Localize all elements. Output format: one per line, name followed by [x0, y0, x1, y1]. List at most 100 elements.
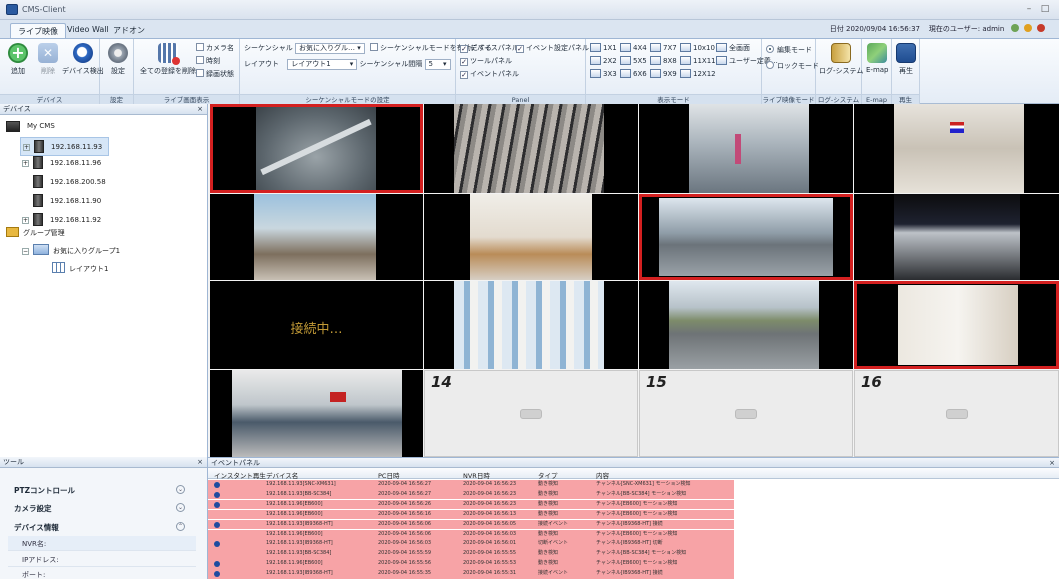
instant-playback-icon[interactable] — [214, 482, 220, 488]
video-cell-2[interactable] — [424, 104, 638, 193]
tree-device-3[interactable]: 192.168.200.58 — [33, 175, 106, 188]
video-cell-13[interactable] — [210, 370, 423, 457]
event-cell-content: チャンネル[IB9368-HT] 接続 — [596, 570, 663, 577]
tree-layout[interactable]: レイアウト1 — [52, 262, 108, 274]
favorites-group-combo[interactable]: お気に入りグル… ▾ — [295, 43, 365, 54]
video-cell-3[interactable] — [639, 104, 853, 193]
expand-chevron-icon[interactable]: ⌄ — [176, 503, 185, 512]
mode-9x9[interactable]: 9X9 — [650, 69, 677, 78]
video-cell-1[interactable] — [210, 104, 423, 193]
tool-panel-checkbox[interactable]: ✓ ツールパネル — [460, 56, 512, 66]
time-checkbox[interactable]: 時刻 — [196, 56, 220, 66]
video-cell-9[interactable]: 接続中… — [210, 281, 423, 369]
col-instant-playback[interactable]: インスタント再生 — [214, 470, 266, 480]
mode-4x4[interactable]: 4X4 — [620, 43, 647, 52]
event-cell-device: 192.168.11.93[IB9368-HT] — [266, 520, 333, 527]
tab-addon[interactable]: アドオン — [106, 23, 152, 38]
event-row[interactable]: 192.168.11.93[BB-SC384] 2020-09-04 16:55:… — [208, 549, 734, 559]
mode-10x10[interactable]: 10x10 — [680, 43, 715, 52]
mode-11x11[interactable]: 11X11 — [680, 56, 716, 65]
tree-favorite-group[interactable]: − お気に入りグループ1 — [22, 244, 120, 256]
tree-device-5[interactable]: +192.168.11.92 — [22, 213, 101, 226]
video-cell-8[interactable] — [854, 194, 1059, 280]
video-cell-14[interactable]: 14 — [424, 370, 638, 457]
close-tool-panel-icon[interactable]: × — [197, 457, 203, 468]
add-device-button[interactable]: + 追加 — [8, 43, 28, 76]
col-nvr-datetime[interactable]: NVR日時 — [463, 470, 490, 480]
instant-playback-icon[interactable] — [214, 501, 220, 508]
tree-device-1[interactable]: +192.168.11.93 — [20, 137, 110, 156]
close-device-panel-icon[interactable]: × — [197, 104, 203, 115]
emap-button[interactable]: E-map — [866, 43, 889, 74]
event-row[interactable]: 192.168.11.93[IB9368-HT] 2020-09-04 16:56… — [208, 519, 734, 530]
video-cell-5[interactable] — [210, 194, 423, 280]
mode-7x7[interactable]: 7X7 — [650, 43, 677, 52]
mode-12x12[interactable]: 12X12 — [680, 69, 716, 78]
event-row[interactable]: 192.168.11.93[BB-SC384] 2020-09-04 16:56:… — [208, 489, 734, 500]
delete-device-button[interactable]: ✕ 削除 — [38, 43, 58, 76]
event-row[interactable]: 192.168.11.96[EB600] 2020-09-04 16:55:56 2… — [208, 559, 734, 569]
video-cell-11[interactable] — [639, 281, 853, 369]
instant-playback-icon[interactable] — [214, 541, 220, 548]
col-type[interactable]: タイプ — [538, 470, 558, 480]
instant-playback-icon[interactable] — [214, 521, 220, 528]
video-cell-16[interactable]: 16 — [854, 370, 1059, 457]
enable-sequence-checkbox[interactable] — [370, 43, 379, 51]
collapse-chevron-icon[interactable]: ⌃ — [176, 522, 185, 531]
event-settings-panel-checkbox[interactable]: ✓ イベント設定パネル — [516, 43, 589, 53]
video-cell-10[interactable] — [424, 281, 638, 369]
minimize-button[interactable]: – — [1023, 3, 1035, 15]
mode-2x2[interactable]: 2X2 — [590, 56, 617, 65]
mode-fullscreen[interactable]: 全画面 — [716, 43, 750, 53]
tab-live-video[interactable]: ライブ映像 — [10, 23, 66, 38]
mode-1x1[interactable]: 1X1 — [590, 43, 617, 52]
video-cell-4[interactable] — [854, 104, 1059, 193]
tree-root-my-cms[interactable]: My CMS — [6, 121, 55, 132]
mode-3x3[interactable]: 3X3 — [590, 69, 617, 78]
col-device-name[interactable]: デバイス名 — [266, 470, 298, 480]
close-event-panel-icon[interactable]: × — [1049, 458, 1055, 468]
event-panel-checkbox[interactable]: ✓ イベントパネル — [460, 69, 519, 79]
recording-status-checkbox[interactable]: 録画状態 — [196, 69, 234, 79]
interval-combo[interactable]: 5 ▾ — [424, 59, 451, 70]
instant-playback-icon[interactable] — [214, 571, 220, 578]
delete-all-button[interactable]: 全ての登録を削除 — [140, 43, 196, 76]
mode-6x6[interactable]: 6X6 — [620, 69, 647, 78]
camera-name-checkbox[interactable]: カメラ名 — [196, 43, 234, 53]
user-icon[interactable] — [1010, 24, 1019, 32]
video-cell-6[interactable] — [424, 194, 638, 280]
maximize-button[interactable]: □ — [1039, 3, 1051, 15]
mode-8x8[interactable]: 8X8 — [650, 56, 677, 65]
col-pc-datetime[interactable]: PC日時 — [378, 470, 399, 480]
ptz-control-section[interactable]: PTZコントロール — [14, 485, 75, 496]
col-content[interactable]: 内容 — [596, 470, 609, 480]
video-cell-7[interactable] — [639, 194, 853, 280]
event-row[interactable]: 192.168.11.96[EB600] 2020-09-04 16:56:26 2… — [208, 499, 734, 510]
video-cell-15[interactable]: 15 — [639, 370, 853, 457]
playback-button[interactable]: 再生 — [896, 43, 916, 76]
event-row[interactable]: 192.168.11.93[IB9368-HT] 2020-09-04 16:56… — [208, 539, 734, 549]
settings-button[interactable]: 設定 — [108, 43, 128, 76]
camera-settings-section[interactable]: カメラ設定 — [14, 503, 52, 514]
log-system-button[interactable]: ログ-システム — [819, 43, 863, 76]
expand-chevron-icon[interactable]: ⌄ — [176, 485, 185, 494]
tree-device-2[interactable]: +192.168.11.96 — [22, 156, 101, 169]
event-row[interactable]: 192.168.11.93[SNC-XM631] 2020-09-04 16:56… — [208, 480, 734, 490]
device-info-section[interactable]: デバイス情報 — [14, 522, 59, 533]
video-cell-12[interactable] — [854, 281, 1059, 369]
instant-playback-icon[interactable] — [214, 491, 220, 498]
tree-device-4[interactable]: 192.168.11.90 — [33, 194, 101, 207]
device-panel-checkbox[interactable]: ✓ デバイスパネル — [460, 43, 519, 53]
tree-group-management[interactable]: グループ管理 — [6, 227, 65, 238]
mode-5x5[interactable]: 5X5 — [620, 56, 647, 65]
detect-device-button[interactable]: デバイス検出 — [62, 43, 104, 76]
event-row[interactable]: 192.168.11.96[EB600] 2020-09-04 16:56:16 2… — [208, 509, 734, 520]
lock-mode-radio[interactable]: ロックモード — [766, 61, 819, 71]
instant-playback-icon[interactable] — [214, 561, 220, 568]
event-row[interactable]: 192.168.11.96[EB600] 2020-09-04 16:56:06 2… — [208, 529, 734, 539]
settings-icon[interactable] — [1023, 24, 1032, 32]
layout-combo[interactable]: レイアウト1 ▾ — [287, 59, 358, 70]
edit-mode-radio[interactable]: 編集モード — [766, 45, 812, 55]
event-row[interactable]: 192.168.11.93[IB9368-HT] 2020-09-04 16:55… — [208, 569, 734, 579]
help-icon[interactable] — [1037, 24, 1045, 32]
